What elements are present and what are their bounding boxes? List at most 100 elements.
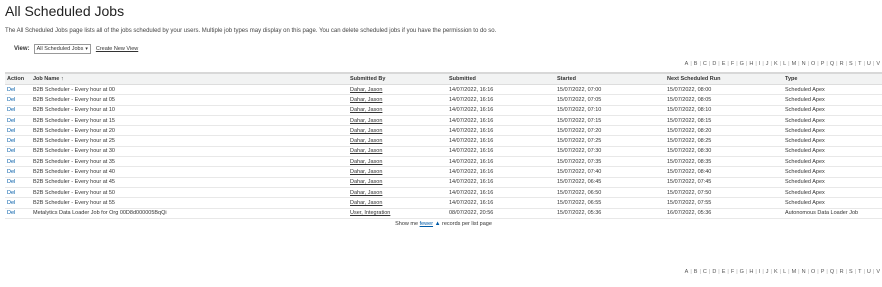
- alphabet-letter[interactable]: S: [849, 61, 853, 67]
- view-select[interactable]: All Scheduled Jobs ▾: [33, 44, 91, 54]
- action-cell: Del: [5, 177, 31, 188]
- alphabet-letter[interactable]: S: [849, 269, 853, 275]
- submitted-by-link[interactable]: Dahar, Jason: [348, 177, 447, 188]
- del-link[interactable]: Del: [7, 210, 15, 216]
- header-submitted[interactable]: Submitted: [447, 74, 555, 85]
- alphabet-letter[interactable]: G: [740, 269, 744, 275]
- fewer-link[interactable]: fewer: [420, 221, 433, 227]
- del-link[interactable]: Del: [7, 128, 15, 134]
- alphabet-letter[interactable]: H: [749, 269, 753, 275]
- alphabet-letter[interactable]: E: [722, 269, 726, 275]
- del-link[interactable]: Del: [7, 118, 15, 124]
- alphabet-letter[interactable]: A: [685, 269, 689, 275]
- table-row: Del B2B Scheduler - Every hour at 30 Dahar…: [5, 146, 882, 158]
- footer-prefix: Show me: [395, 220, 419, 227]
- alphabet-letter[interactable]: A: [685, 61, 689, 67]
- alphabet-letter[interactable]: H: [749, 61, 753, 67]
- del-link[interactable]: Del: [7, 107, 15, 113]
- del-link[interactable]: Del: [7, 148, 15, 154]
- header-submitted-by[interactable]: Submitted By: [348, 74, 447, 85]
- action-cell: Del: [5, 208, 31, 219]
- triangle-up-icon[interactable]: ▲: [435, 221, 441, 227]
- alphabet-letter[interactable]: J: [766, 269, 769, 275]
- alphabet-separator: |: [727, 269, 729, 275]
- submitted-by-link[interactable]: User, Integration: [348, 208, 447, 219]
- alphabet-letter[interactable]: N: [802, 269, 806, 275]
- alphabet-letter[interactable]: R: [840, 61, 844, 67]
- alphabet-letter[interactable]: B: [694, 269, 698, 275]
- submitted-by-link[interactable]: Dahar, Jason: [348, 166, 447, 178]
- del-link[interactable]: Del: [7, 200, 15, 206]
- alphabet-separator: |: [854, 269, 857, 275]
- del-link[interactable]: Del: [7, 159, 15, 165]
- table-row: Del B2B Scheduler - Every hour at 50 Dahar…: [5, 187, 882, 199]
- submitted-cell: 14/07/2022, 16:16: [447, 177, 555, 188]
- alphabet-letter[interactable]: C: [703, 269, 707, 275]
- alphabet-letter[interactable]: Q: [830, 269, 834, 275]
- alphabet-letter[interactable]: K: [774, 269, 778, 275]
- next-run-cell: 15/07/2022, 07:50: [665, 187, 783, 199]
- alphabet-letter[interactable]: J: [766, 61, 769, 67]
- alphabet-letter[interactable]: P: [821, 61, 825, 67]
- footer-suffix: records per list page: [442, 220, 492, 227]
- alphabet-letter[interactable]: D: [712, 269, 716, 275]
- header-type[interactable]: Type: [783, 74, 882, 85]
- del-link[interactable]: Del: [7, 138, 15, 144]
- header-next-run[interactable]: Next Scheduled Run: [665, 74, 783, 85]
- alphabet-letter[interactable]: B: [694, 61, 698, 67]
- alphabet-letter[interactable]: D: [712, 61, 716, 67]
- alphabet-letter[interactable]: U: [867, 61, 871, 67]
- alphabet-letter[interactable]: Q: [830, 61, 834, 67]
- alphabet-letter[interactable]: O: [811, 61, 815, 67]
- submitted-cell: 14/07/2022, 16:16: [447, 84, 555, 96]
- alphabet-letter[interactable]: F: [731, 269, 734, 275]
- alphabet-letter[interactable]: L: [783, 61, 786, 67]
- alphabet-letter[interactable]: I: [759, 61, 761, 67]
- del-link[interactable]: Del: [7, 97, 15, 103]
- alphabet-letter[interactable]: M: [792, 61, 797, 67]
- submitted-by-link[interactable]: Dahar, Jason: [348, 105, 447, 116]
- create-new-view-link[interactable]: Create New View: [96, 46, 138, 52]
- alphabet-letter[interactable]: O: [811, 269, 815, 275]
- alphabet-letter[interactable]: V: [876, 269, 880, 275]
- started-cell: 15/07/2022, 07:15: [555, 115, 665, 127]
- submitted-by-link[interactable]: Dahar, Jason: [348, 156, 447, 168]
- alphabet-letter[interactable]: E: [722, 61, 726, 67]
- header-started[interactable]: Started: [555, 74, 665, 85]
- submitted-by-link[interactable]: Dahar, Jason: [348, 115, 447, 127]
- alphabet-letter[interactable]: P: [821, 269, 825, 275]
- del-link[interactable]: Del: [7, 169, 15, 175]
- submitted-by-link[interactable]: Dahar, Jason: [348, 197, 447, 209]
- alphabet-letter[interactable]: T: [858, 269, 861, 275]
- header-job-name[interactable]: Job Name ↑: [31, 74, 348, 85]
- alphabet-letter[interactable]: V: [876, 61, 880, 67]
- alphabet-letter[interactable]: F: [731, 61, 734, 67]
- alphabet-letter[interactable]: N: [802, 61, 806, 67]
- alphabet-letter[interactable]: U: [867, 269, 871, 275]
- del-link[interactable]: Del: [7, 190, 15, 196]
- submitted-cell: 14/07/2022, 16:16: [447, 115, 555, 127]
- submitted-by-link[interactable]: Dahar, Jason: [348, 146, 447, 158]
- alphabet-letter[interactable]: R: [840, 269, 844, 275]
- table-row: Del B2B Scheduler - Every hour at 45 Dahar…: [5, 177, 882, 188]
- alphabet-filter-bottom: A | B | C | D | E | F | G | H | I | J | K | L | M | N | O | P | Q | R | S | T |…: [685, 269, 880, 275]
- submitted-by-link[interactable]: Dahar, Jason: [348, 135, 447, 147]
- alphabet-letter[interactable]: C: [703, 61, 707, 67]
- submitted-by-link[interactable]: Dahar, Jason: [348, 84, 447, 96]
- submitted-by-link[interactable]: Dahar, Jason: [348, 187, 447, 199]
- submitted-by-link[interactable]: Dahar, Jason: [348, 125, 447, 137]
- submitted-cell: 14/07/2022, 16:16: [447, 105, 555, 116]
- alphabet-separator: |: [690, 269, 692, 275]
- submitted-by-link[interactable]: Dahar, Jason: [348, 94, 447, 106]
- del-link[interactable]: Del: [7, 87, 15, 93]
- alphabet-letter[interactable]: I: [759, 269, 761, 275]
- started-cell: 15/07/2022, 05:36: [555, 208, 665, 219]
- alphabet-letter[interactable]: L: [783, 269, 786, 275]
- del-link[interactable]: Del: [7, 179, 15, 185]
- alphabet-letter[interactable]: M: [792, 269, 797, 275]
- alphabet-letter[interactable]: G: [740, 61, 744, 67]
- started-cell: 15/07/2022, 07:25: [555, 135, 665, 147]
- job-name-cell: B2B Scheduler - Every hour at 00: [31, 84, 348, 96]
- alphabet-letter[interactable]: T: [858, 61, 861, 67]
- alphabet-letter[interactable]: K: [774, 61, 778, 67]
